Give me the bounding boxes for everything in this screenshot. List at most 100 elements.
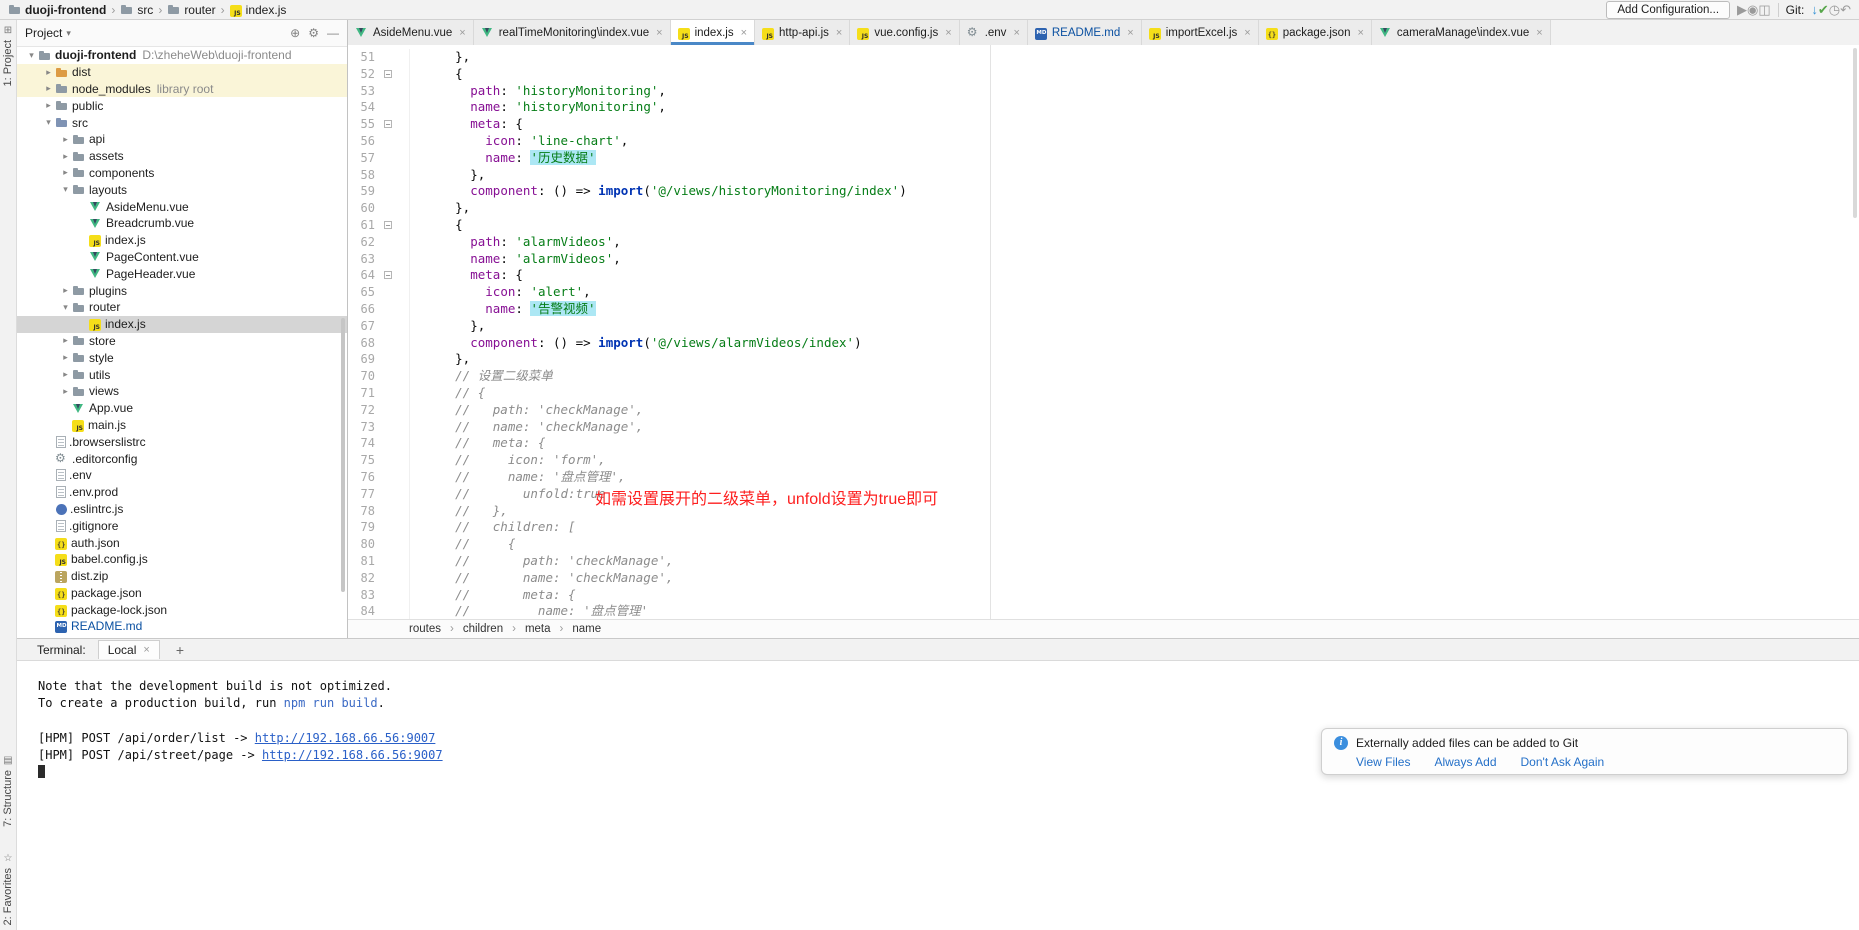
- tree-item-public[interactable]: ▸public: [17, 97, 347, 114]
- tree-chevron-icon[interactable]: ▸: [59, 285, 72, 296]
- tab-close-icon[interactable]: ×: [1244, 27, 1250, 39]
- tree-item-style[interactable]: ▸style: [17, 349, 347, 366]
- tree-chevron-icon[interactable]: ▾: [59, 302, 72, 313]
- terminal-link[interactable]: http://192.168.66.56:9007: [262, 748, 443, 762]
- add-configuration-button[interactable]: Add Configuration...: [1606, 1, 1730, 19]
- tree-item-.env.prod[interactable]: .env.prod: [17, 484, 347, 501]
- run-icon[interactable]: ▶: [1737, 2, 1747, 17]
- tree-item-.env[interactable]: .env: [17, 467, 347, 484]
- debug-icon[interactable]: ◉: [1747, 2, 1758, 17]
- tab-close-icon[interactable]: ×: [836, 27, 842, 39]
- code-breadcrumb-name[interactable]: name: [572, 623, 601, 635]
- code-editor[interactable]: 51 },52− {53 path: 'historyMonitoring',5…: [348, 45, 1859, 620]
- close-icon[interactable]: ×: [143, 644, 149, 656]
- code-breadcrumb-children[interactable]: children: [463, 623, 503, 635]
- editor-tab-index.js[interactable]: index.js×: [671, 20, 755, 45]
- tab-close-icon[interactable]: ×: [741, 27, 747, 39]
- tree-item-index.js[interactable]: index.js: [17, 316, 347, 333]
- tab-close-icon[interactable]: ×: [1357, 27, 1363, 39]
- editor-tab-.env[interactable]: .env×: [960, 20, 1028, 45]
- new-terminal-session-icon[interactable]: +: [172, 642, 188, 658]
- tree-item-babel.config.js[interactable]: babel.config.js: [17, 551, 347, 568]
- fold-marker-icon[interactable]: −: [384, 221, 392, 229]
- code-breadcrumb-meta[interactable]: meta: [525, 623, 551, 635]
- tree-item-api[interactable]: ▸api: [17, 131, 347, 148]
- notification-action-view-files[interactable]: View Files: [1356, 755, 1410, 769]
- tree-item-plugins[interactable]: ▸plugins: [17, 282, 347, 299]
- tree-item-store[interactable]: ▸store: [17, 333, 347, 350]
- fold-marker-icon[interactable]: −: [384, 120, 392, 128]
- gear-icon[interactable]: ⚙: [308, 26, 319, 40]
- tree-item-utils[interactable]: ▸utils: [17, 366, 347, 383]
- tree-item-package-lock.json[interactable]: package-lock.json: [17, 601, 347, 618]
- editor-tab-http-api.js[interactable]: http-api.js×: [755, 20, 850, 45]
- terminal-tab-local[interactable]: Local ×: [98, 640, 160, 659]
- tab-close-icon[interactable]: ×: [459, 27, 465, 39]
- tree-chevron-icon[interactable]: ▸: [42, 67, 55, 78]
- tree-chevron-icon[interactable]: ▸: [59, 167, 72, 178]
- tree-chevron-icon[interactable]: ▸: [59, 335, 72, 346]
- tree-item-dist[interactable]: ▸dist: [17, 64, 347, 81]
- project-panel-title[interactable]: Project: [25, 26, 62, 40]
- locate-icon[interactable]: ⊕: [290, 26, 300, 40]
- fold-marker-icon[interactable]: −: [384, 271, 392, 279]
- tab-close-icon[interactable]: ×: [1127, 27, 1133, 39]
- tree-item-package.json[interactable]: package.json: [17, 585, 347, 602]
- editor-tab-package.json[interactable]: package.json×: [1259, 20, 1372, 45]
- tree-item-assets[interactable]: ▸assets: [17, 148, 347, 165]
- hide-panel-icon[interactable]: —: [327, 26, 339, 40]
- notification-action-always-add[interactable]: Always Add: [1434, 755, 1496, 769]
- tree-chevron-icon[interactable]: ▸: [59, 134, 72, 145]
- tree-item-views[interactable]: ▸views: [17, 383, 347, 400]
- tree-chevron-icon[interactable]: ▾: [59, 184, 72, 195]
- commit-icon[interactable]: ✔: [1818, 2, 1829, 17]
- tree-item-duoji-frontend[interactable]: ▾duoji-frontendD:\zheheWeb\duoji-fronten…: [17, 47, 347, 64]
- tree-item-router[interactable]: ▾router: [17, 299, 347, 316]
- tree-chevron-icon[interactable]: ▸: [59, 352, 72, 363]
- code-breadcrumb-routes[interactable]: routes: [409, 623, 441, 635]
- project-tool-button[interactable]: ⊞ 1: Project: [2, 25, 14, 86]
- tree-chevron-icon[interactable]: ▸: [42, 100, 55, 111]
- tree-item-breadcrumb.vue[interactable]: Breadcrumb.vue: [17, 215, 347, 232]
- tree-item-auth.json[interactable]: auth.json: [17, 534, 347, 551]
- tree-chevron-icon[interactable]: ▸: [59, 369, 72, 380]
- tree-item-components[interactable]: ▸components: [17, 165, 347, 182]
- tree-item-asidemenu.vue[interactable]: AsideMenu.vue: [17, 198, 347, 215]
- terminal-output[interactable]: Note that the development build is not o…: [17, 661, 1859, 930]
- tree-chevron-icon[interactable]: ▸: [42, 83, 55, 94]
- history-icon[interactable]: ◷: [1829, 2, 1840, 17]
- tree-item-pagecontent.vue[interactable]: PageContent.vue: [17, 249, 347, 266]
- notification-action-don-t-ask-again[interactable]: Don't Ask Again: [1521, 755, 1605, 769]
- fold-marker-icon[interactable]: −: [384, 70, 392, 78]
- tree-item-.gitignore[interactable]: .gitignore: [17, 517, 347, 534]
- terminal-link[interactable]: http://192.168.66.56:9007: [255, 731, 436, 745]
- tab-close-icon[interactable]: ×: [1536, 27, 1542, 39]
- tab-close-icon[interactable]: ×: [945, 27, 951, 39]
- tree-item-main.js[interactable]: main.js: [17, 417, 347, 434]
- tree-item-node_modules[interactable]: ▸node_moduleslibrary root: [17, 81, 347, 98]
- tree-item-.browserslistrc[interactable]: .browserslistrc: [17, 433, 347, 450]
- profiler-icon[interactable]: ◫: [1758, 2, 1770, 17]
- editor-tab-readme.md[interactable]: README.md×: [1028, 20, 1142, 45]
- breadcrumb-item-duoji-frontend[interactable]: duoji-frontend: [8, 3, 106, 17]
- tree-chevron-icon[interactable]: ▾: [25, 50, 38, 61]
- tree-chevron-icon[interactable]: ▾: [42, 117, 55, 128]
- tab-close-icon[interactable]: ×: [656, 27, 662, 39]
- editor-tab-importexcel.js[interactable]: importExcel.js×: [1142, 20, 1259, 45]
- tree-chevron-icon[interactable]: ▸: [59, 386, 72, 397]
- tree-item-readme.md[interactable]: README.md: [17, 618, 347, 635]
- tree-item-.editorconfig[interactable]: .editorconfig: [17, 450, 347, 467]
- tree-item-layouts[interactable]: ▾layouts: [17, 181, 347, 198]
- project-scrollbar[interactable]: [341, 318, 345, 592]
- structure-tool-button[interactable]: ▤ 7: Structure: [2, 755, 14, 827]
- editor-tab-vue.config.js[interactable]: vue.config.js×: [850, 20, 959, 45]
- editor-scrollbar[interactable]: [1853, 48, 1857, 218]
- editor-tab-realtimemonitoring-index.vue[interactable]: realTimeMonitoring\index.vue×: [474, 20, 671, 45]
- tree-item-pageheader.vue[interactable]: PageHeader.vue: [17, 265, 347, 282]
- tree-item-index.js[interactable]: index.js: [17, 232, 347, 249]
- breadcrumb-item-index.js[interactable]: index.js: [230, 3, 287, 17]
- editor-tab-asidemenu.vue[interactable]: AsideMenu.vue×: [348, 20, 474, 45]
- breadcrumb-item-src[interactable]: src: [120, 3, 153, 17]
- tree-chevron-icon[interactable]: ▸: [59, 151, 72, 162]
- favorites-tool-button[interactable]: ☆ 2: Favorites: [2, 853, 14, 925]
